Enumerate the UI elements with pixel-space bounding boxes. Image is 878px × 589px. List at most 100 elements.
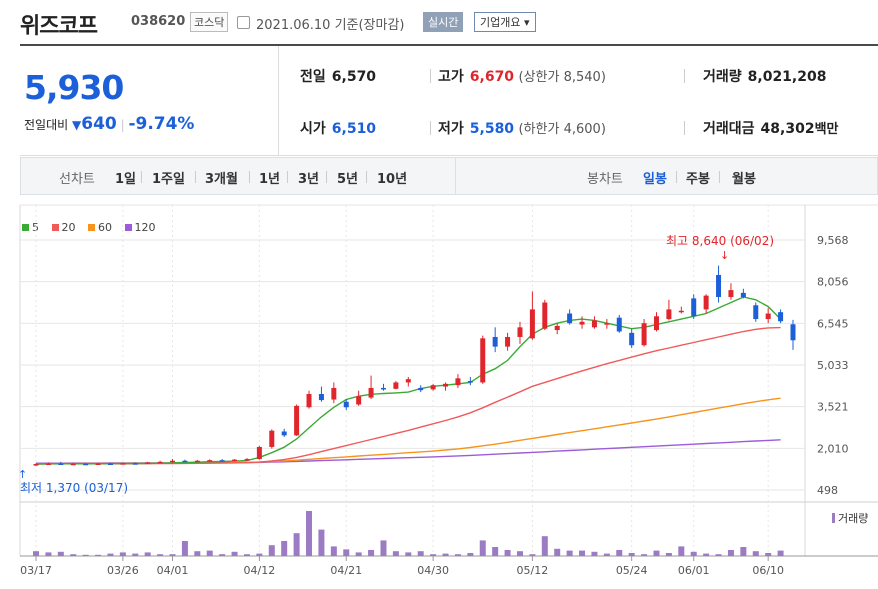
x-tick-label: 05/12 xyxy=(517,564,549,577)
volume-bar xyxy=(703,553,710,556)
volume-bar xyxy=(157,554,164,556)
volume-legend-swatch xyxy=(832,513,835,523)
chart-grid xyxy=(19,204,878,561)
volume-bar xyxy=(653,550,660,556)
volume-bar xyxy=(33,551,39,556)
volume-bar xyxy=(82,554,89,556)
candle-body xyxy=(356,396,362,405)
candle xyxy=(554,323,560,335)
candle xyxy=(194,459,200,463)
candle xyxy=(455,374,461,388)
candle-body xyxy=(492,336,498,347)
candle-body xyxy=(83,463,89,466)
volume-bar xyxy=(206,550,213,556)
y-tick-label: 498 xyxy=(817,484,838,497)
candle xyxy=(405,376,411,387)
candle xyxy=(443,382,449,391)
volume-bar xyxy=(380,540,387,556)
volume-bar xyxy=(603,553,610,556)
volume-bar xyxy=(665,553,672,556)
candle xyxy=(529,291,535,340)
volume-bars xyxy=(33,511,784,556)
volume-bar xyxy=(330,546,337,556)
candle xyxy=(641,319,647,347)
candlestick-chart[interactable]: 9,568 8,056 6,545 5,033 3,521 2,010 498 03/17 03… xyxy=(0,0,878,589)
candle-body xyxy=(467,381,473,383)
volume-bar xyxy=(417,551,424,556)
candle xyxy=(393,381,399,390)
y-tick-label: 2,010 xyxy=(817,442,849,455)
volume-bar xyxy=(628,553,635,556)
volume-bar xyxy=(45,552,52,556)
candle-body xyxy=(480,338,486,383)
volume-bar xyxy=(132,553,139,556)
volume-bar xyxy=(343,549,350,556)
candle-body xyxy=(430,385,436,390)
candle-body xyxy=(579,321,585,325)
candle-body xyxy=(170,460,176,463)
volume-bar xyxy=(442,553,449,556)
volume-bar xyxy=(765,553,772,556)
candle-body xyxy=(368,387,374,398)
volume-bar xyxy=(281,541,288,556)
candle-body xyxy=(343,401,349,408)
candle-body xyxy=(244,459,250,461)
volume-bar xyxy=(181,541,188,556)
candle xyxy=(629,328,635,348)
candle xyxy=(765,308,771,324)
x-tick-label: 05/24 xyxy=(616,564,648,577)
volume-bar xyxy=(119,552,126,556)
y-tick-label: 3,521 xyxy=(817,401,849,414)
candle xyxy=(318,386,324,402)
volume-bar xyxy=(368,550,375,556)
y-tick-label: 5,033 xyxy=(817,359,849,372)
candle-body xyxy=(145,462,151,464)
x-tick-label: 04/21 xyxy=(330,564,362,577)
candle-body xyxy=(219,460,225,462)
volume-bar xyxy=(318,529,325,556)
candle-body xyxy=(765,313,771,320)
x-tick-label: 04/01 xyxy=(157,564,189,577)
volume-bar xyxy=(504,550,511,556)
candle xyxy=(207,459,213,462)
candle-body xyxy=(182,460,188,463)
candle-body xyxy=(753,305,759,320)
candle-body xyxy=(157,461,163,464)
candle xyxy=(182,459,188,463)
up-arrow-icon: ↑ xyxy=(18,468,27,481)
candle xyxy=(269,429,275,449)
candle xyxy=(678,306,684,314)
volume-bar xyxy=(554,548,561,556)
x-tick-label: 03/26 xyxy=(107,564,139,577)
candle-body xyxy=(443,383,449,387)
volume-bar xyxy=(715,554,722,556)
candle xyxy=(219,459,225,462)
candle-body xyxy=(554,325,560,331)
y-tick-label: 6,545 xyxy=(817,317,849,330)
volume-bar xyxy=(727,550,734,556)
candle-body xyxy=(318,394,324,401)
volume-bar xyxy=(355,552,362,556)
candle-body xyxy=(678,310,684,313)
volume-bar xyxy=(169,554,176,556)
x-tick-label: 06/10 xyxy=(752,564,784,577)
candle xyxy=(567,309,573,325)
candle xyxy=(778,309,784,324)
candle-body xyxy=(33,464,39,466)
candle-body xyxy=(132,463,138,465)
volume-bar xyxy=(641,554,648,556)
candle xyxy=(579,316,585,329)
candle-body xyxy=(505,336,511,347)
volume-bar xyxy=(256,553,263,556)
candle xyxy=(790,319,796,350)
volume-bar xyxy=(144,552,151,556)
candle xyxy=(331,382,337,404)
candle xyxy=(616,314,622,333)
candle-body xyxy=(331,387,337,400)
x-tick-label: 06/01 xyxy=(678,564,710,577)
candle xyxy=(740,288,746,299)
axis-labels: 9,568 8,056 6,545 5,033 3,521 2,010 498 03/17 03… xyxy=(20,234,848,577)
candle xyxy=(467,376,473,386)
y-tick-label: 9,568 xyxy=(817,234,849,247)
volume-bar xyxy=(57,551,64,556)
